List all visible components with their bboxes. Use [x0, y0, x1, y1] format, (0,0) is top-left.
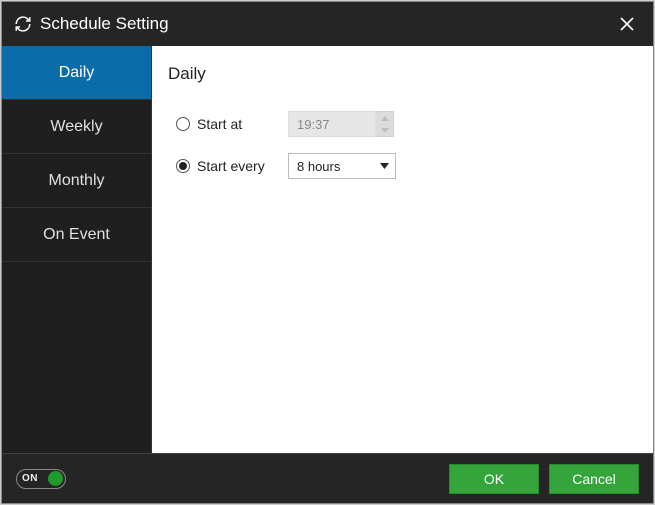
sidebar: Daily Weekly Monthly On Event [2, 46, 152, 453]
dropdown-icon [380, 163, 389, 169]
radio-icon [176, 117, 190, 131]
time-input[interactable]: 19:37 [288, 111, 376, 137]
radio-start-every-label: Start every [197, 158, 265, 174]
radio-start-every[interactable]: Start every [168, 158, 288, 174]
row-start-at: Start at 19:37 [168, 110, 637, 138]
enable-toggle[interactable]: ON [16, 469, 66, 489]
ok-button[interactable]: OK [449, 464, 539, 494]
panel-heading: Daily [168, 64, 637, 84]
tab-monthly[interactable]: Monthly [2, 154, 151, 208]
radio-start-at[interactable]: Start at [168, 116, 288, 132]
radio-icon [176, 159, 190, 173]
spinner-down[interactable] [376, 124, 393, 136]
row-start-every: Start every 8 hours [168, 152, 637, 180]
dialog: Schedule Setting Daily Weekly Monthly On… [1, 1, 654, 504]
sync-icon [14, 15, 32, 33]
tab-daily[interactable]: Daily [2, 46, 151, 100]
chevron-up-icon [381, 116, 389, 121]
footer: ON OK Cancel [2, 453, 653, 503]
main-panel: Daily Start at 19:37 [152, 46, 653, 453]
time-input-container: 19:37 [288, 111, 394, 137]
cancel-button[interactable]: Cancel [549, 464, 639, 494]
time-spinner [376, 111, 394, 137]
tab-on-event[interactable]: On Event [2, 208, 151, 262]
toggle-knob [48, 471, 63, 486]
dialog-title: Schedule Setting [40, 14, 613, 34]
spinner-up[interactable] [376, 112, 393, 124]
chevron-down-icon [381, 128, 389, 133]
dialog-body: Daily Weekly Monthly On Event Daily Star… [2, 46, 653, 453]
radio-start-at-label: Start at [197, 116, 242, 132]
toggle-label: ON [22, 473, 38, 484]
titlebar: Schedule Setting [2, 2, 653, 46]
tab-weekly[interactable]: Weekly [2, 100, 151, 154]
close-icon [619, 16, 635, 32]
close-button[interactable] [613, 10, 641, 38]
interval-select[interactable]: 8 hours [288, 153, 396, 179]
interval-value: 8 hours [297, 159, 340, 174]
